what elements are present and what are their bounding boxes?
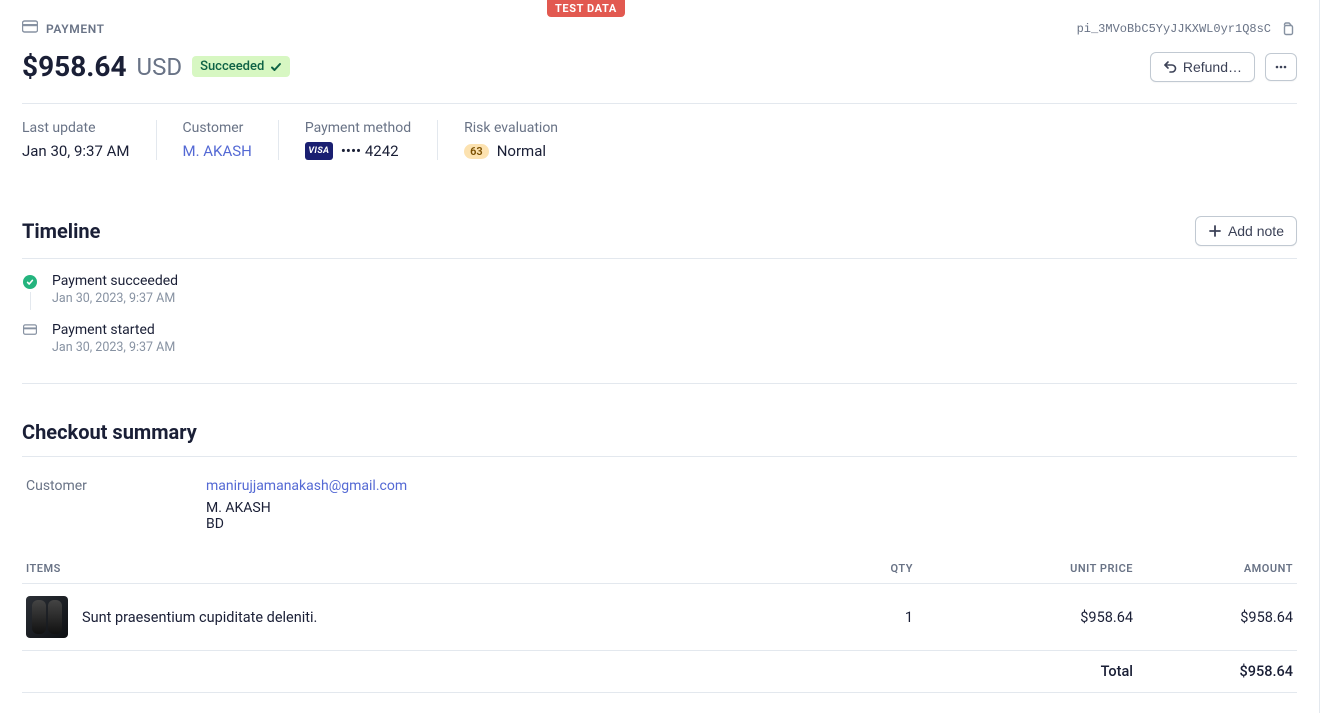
- status-label: Succeeded: [200, 59, 264, 74]
- undo-icon: [1163, 60, 1177, 74]
- item-unit-price: $958.64: [917, 584, 1137, 651]
- totals-row: Total $958.64: [22, 651, 1297, 693]
- col-unit-price: UNIT PRICE: [917, 554, 1137, 584]
- test-data-badge: TEST DATA: [547, 0, 625, 17]
- timeline-title: Payment succeeded: [52, 273, 178, 289]
- meta-value: Jan 30, 9:37 AM: [22, 142, 130, 160]
- checkout-heading: Checkout summary: [22, 420, 197, 444]
- item-name: Sunt praesentium cupiditate deleniti.: [82, 609, 317, 626]
- meta-last-update: Last update Jan 30, 9:37 AM: [22, 120, 156, 160]
- customer-name: M. AKASH: [206, 500, 407, 516]
- divider: [22, 103, 1297, 104]
- check-icon: [270, 61, 282, 73]
- payment-icon: [22, 20, 38, 38]
- payment-id: pi_3MVoBbC5YyJJKXWL0yr1Q8sC: [1077, 22, 1271, 36]
- product-thumb: [26, 596, 68, 638]
- customer-link[interactable]: M. AKASH: [183, 142, 252, 160]
- customer-email-link[interactable]: manirujjamanakash@gmail.com: [206, 478, 407, 494]
- plus-icon: [1208, 224, 1222, 238]
- ellipsis-icon: [1274, 60, 1288, 74]
- status-badge: Succeeded: [192, 56, 290, 77]
- timeline-heading: Timeline: [22, 219, 100, 243]
- customer-country: BD: [206, 516, 407, 532]
- payment-currency: USD: [137, 53, 183, 81]
- add-note-label: Add note: [1228, 223, 1284, 239]
- meta-label: Last update: [22, 120, 130, 136]
- total-value: $958.64: [1137, 651, 1297, 693]
- col-qty: QTY: [777, 554, 917, 584]
- more-button[interactable]: [1265, 53, 1297, 81]
- meta-label: Payment method: [305, 120, 411, 136]
- meta-payment-method: Payment method VISA •••• 4242: [278, 120, 437, 160]
- table-row: Sunt praesentium cupiditate deleniti. 1 …: [22, 584, 1297, 651]
- divider: [22, 258, 1297, 259]
- timeline-item: Payment started Jan 30, 2023, 9:37 AM: [22, 322, 1297, 371]
- refund-button[interactable]: Refund…: [1150, 52, 1255, 82]
- meta-customer: Customer M. AKASH: [156, 120, 278, 160]
- divider: [22, 383, 1297, 384]
- payment-amount: $958.64: [22, 50, 127, 83]
- timeline-item: Payment succeeded Jan 30, 2023, 9:37 AM: [22, 273, 1297, 322]
- refund-label: Refund…: [1183, 59, 1242, 75]
- payment-start-icon: [23, 324, 37, 340]
- item-qty: 1: [777, 584, 917, 651]
- checkout-customer-label: Customer: [26, 478, 206, 532]
- success-icon: [23, 275, 37, 289]
- risk-level: Normal: [497, 142, 546, 160]
- col-items: ITEMS: [22, 554, 777, 584]
- breadcrumb: PAYMENT: [46, 22, 105, 36]
- copy-icon[interactable]: [1279, 20, 1297, 38]
- risk-score: 63: [464, 144, 489, 159]
- item-amount: $958.64: [1137, 584, 1297, 651]
- divider: [22, 456, 1297, 457]
- visa-icon: VISA: [305, 142, 333, 160]
- card-last4: •••• 4242: [341, 142, 399, 160]
- col-amount: AMOUNT: [1137, 554, 1297, 584]
- meta-label: Risk evaluation: [464, 120, 558, 136]
- total-label: Total: [917, 651, 1137, 693]
- add-note-button[interactable]: Add note: [1195, 216, 1297, 246]
- timeline-date: Jan 30, 2023, 9:37 AM: [52, 291, 178, 306]
- timeline-date: Jan 30, 2023, 9:37 AM: [52, 340, 175, 355]
- meta-risk: Risk evaluation 63 Normal: [437, 120, 584, 160]
- meta-label: Customer: [183, 120, 252, 136]
- timeline-title: Payment started: [52, 322, 175, 338]
